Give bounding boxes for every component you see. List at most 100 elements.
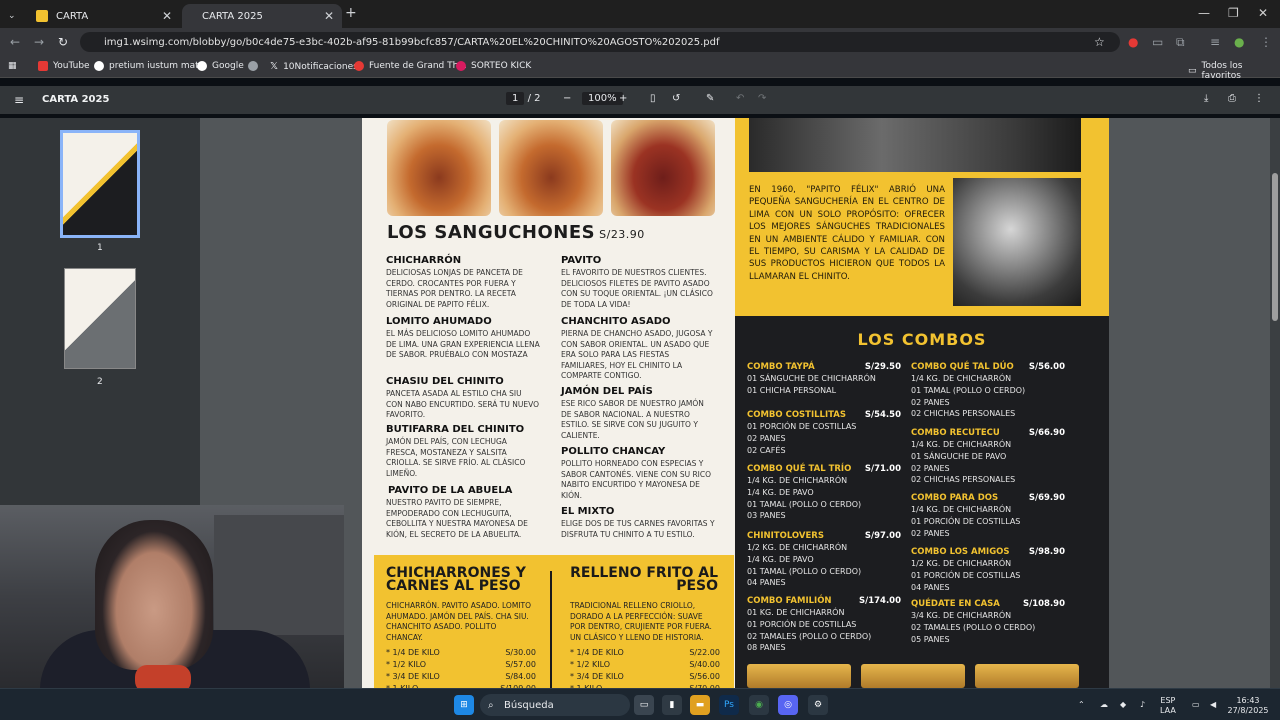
price-row-label: * 1/2 KILO — [386, 660, 427, 669]
all-bookmarks-folder[interactable]: ▭ Todos los favoritos — [1188, 61, 1280, 81]
menu-item-desc: El más delicioso lomito ahumado de Lima.… — [386, 329, 540, 359]
bookmark-star-icon[interactable]: ☆ — [1094, 35, 1105, 49]
menu-item-name: EL MIXTO — [561, 506, 615, 517]
pdf-scrollbar[interactable] — [1270, 118, 1280, 688]
bookmark-globe[interactable] — [248, 61, 263, 71]
combo-price: S/56.00 — [1028, 362, 1065, 372]
language-indicator[interactable]: ESP LAA — [1160, 696, 1176, 716]
extension-icon[interactable]: ▭ — [1152, 35, 1163, 49]
task-view-icon[interactable]: ▭ — [634, 695, 654, 715]
bookmark-google[interactable]: Google — [197, 61, 244, 71]
bookmark-sorteo[interactable]: SORTEO KICK — [456, 61, 531, 71]
browser-menu-icon[interactable]: ⋮ — [1260, 35, 1272, 49]
extension-icon[interactable]: ● — [1128, 35, 1138, 49]
app-tray-icon[interactable]: ◆ — [1120, 700, 1126, 710]
close-tab-icon[interactable]: ✕ — [162, 9, 172, 23]
thumbnail-label: 2 — [97, 377, 103, 387]
tab-search-button[interactable]: ⌄ — [0, 4, 24, 28]
combo-price: S/54.50 — [864, 410, 901, 420]
combo-items: 1/4 kg. de chicharrón 01 Sánguche de pav… — [911, 440, 1016, 485]
reload-icon[interactable]: ↻ — [58, 35, 68, 49]
combo-header: COMBO QUÉ TAL DÚO S/56.00 — [911, 362, 1065, 372]
tab-carta-2025[interactable]: CARTA 2025 ✕ — [182, 4, 342, 28]
page-number-input[interactable]: 1 — [506, 92, 525, 105]
combo-header: CHINITOLOVERS S/97.00 — [747, 531, 901, 541]
thumbnail-page-2[interactable] — [64, 268, 136, 369]
tab-carta[interactable]: CARTA ✕ — [28, 4, 180, 28]
download-icon[interactable]: ⤓ — [1204, 93, 1208, 104]
close-window-icon[interactable]: ✕ — [1258, 6, 1268, 20]
zoom-out-icon[interactable]: − — [563, 93, 571, 104]
reading-list-icon[interactable]: ≡ — [1210, 35, 1220, 49]
relleno-title: RELLENO FRITO AL PESO — [570, 565, 718, 594]
combo-price: S/108.90 — [1022, 599, 1065, 609]
print-icon[interactable]: ⎙ — [1228, 93, 1236, 104]
forward-icon[interactable]: → — [34, 35, 44, 49]
close-tab-icon[interactable]: ✕ — [324, 9, 334, 23]
taskbar-search[interactable]: ⌕ Búsqueda — [480, 694, 630, 716]
combo-name: COMBO QUÉ TAL DÚO — [911, 362, 1014, 372]
app-icon[interactable]: ▮ — [662, 695, 682, 715]
thumbnail-page-1[interactable] — [60, 130, 140, 238]
combo-items: 01 Sánguche de chicharrón 01 Chicha pers… — [747, 374, 876, 395]
url-text: img1.wsimg.com/blobby/go/b0c4de75-e3bc-4… — [104, 36, 720, 48]
menu-item-desc: Nuestro pavito de siempre, empoderado co… — [386, 498, 528, 539]
restore-icon[interactable]: ❐ — [1228, 6, 1239, 20]
bookmark-pretium[interactable]: pretium iustum mat... — [94, 61, 207, 71]
menu-item-desc: Pollito horneado con especias y sabor ca… — [561, 459, 712, 500]
zoom-level[interactable]: 100% — [582, 92, 623, 105]
zoom-in-icon[interactable]: + — [619, 93, 627, 104]
al-peso-title: CHICHARRONES Y CARNES AL PESO — [386, 565, 526, 594]
bookmark-fuente[interactable]: Fuente de Grand Th... — [354, 61, 467, 71]
section-title: LOS SANGUCHONES S/23.90 — [387, 222, 645, 243]
redo-icon[interactable]: ↷ — [758, 93, 766, 104]
discord-icon[interactable]: ◎ — [778, 695, 798, 715]
new-tab-icon[interactable]: + — [345, 5, 357, 21]
rotate-icon[interactable]: ↺ — [672, 93, 680, 104]
cloud-icon[interactable]: ☁ — [1100, 700, 1108, 710]
bookmark-youtube[interactable]: YouTube — [38, 61, 90, 71]
person-head — [95, 520, 213, 670]
tray-overflow-icon[interactable]: ⌃ — [1078, 700, 1085, 710]
undo-icon[interactable]: ↶ — [736, 93, 744, 104]
bookmark-notificaciones[interactable]: 𝕏 10Notificaciones — [270, 61, 358, 72]
more-options-icon[interactable]: ⋮ — [1254, 93, 1264, 104]
back-icon[interactable]: ← — [10, 35, 20, 49]
file-explorer-icon[interactable]: ▬ — [690, 695, 710, 715]
fit-page-icon[interactable]: ▯ — [650, 93, 656, 104]
profile-avatar-icon[interactable]: ● — [1234, 35, 1244, 49]
volume-icon[interactable]: ◀ — [1210, 700, 1216, 710]
clock[interactable]: 16:43 27/8/2025 — [1226, 696, 1270, 716]
minimize-icon[interactable]: — — [1198, 6, 1210, 20]
network-icon[interactable]: ▭ — [1192, 700, 1200, 710]
page-indicator: 1 / 2 — [506, 92, 541, 105]
street-photo — [749, 118, 1081, 172]
apps-icon[interactable]: ▦ — [8, 61, 17, 71]
chrome-icon[interactable]: ◉ — [749, 695, 769, 715]
combo-items: 01 kg. de chicharrón 01 Porción de costi… — [747, 608, 872, 653]
photoshop-icon[interactable]: Ps — [719, 695, 739, 715]
annotate-icon[interactable]: ✎ — [706, 93, 714, 104]
menu-item-desc: Ese rico sabor de nuestro jamón de sabor… — [561, 399, 704, 440]
address-bar[interactable]: img1.wsimg.com/blobby/go/b0c4de75-e3bc-4… — [80, 32, 1120, 52]
menu-item-name: BUTIFARRA DEL CHINITO — [386, 424, 525, 435]
hamburger-menu-icon[interactable]: ≡ — [14, 93, 24, 107]
price-row: * 1/4 DE KILO S/30.00 — [386, 648, 536, 657]
search-icon: ⌕ — [488, 699, 494, 711]
combo-name: COMBO QUÉ TAL TRÍO — [747, 464, 852, 474]
menu-item-name: LOMITO AHUMADO — [386, 316, 492, 327]
windows-start-icon[interactable]: ⊞ — [454, 695, 474, 715]
combos-title: LOS COMBOS — [857, 330, 987, 349]
extensions-puzzle-icon[interactable]: ⧉ — [1176, 35, 1185, 50]
price-row-value: S/57.00 — [505, 660, 536, 669]
youtube-icon — [38, 61, 48, 71]
font-icon — [354, 61, 364, 71]
combo-name: COMBO RECUTECU — [911, 428, 1000, 438]
mic-icon[interactable]: ♪ — [1140, 700, 1145, 710]
menu-item-name: CHICHARRÓN — [386, 255, 462, 266]
menu-item-desc: Deliciosas lonjas de panceta de cerdo. C… — [386, 268, 523, 309]
scrollbar-thumb[interactable] — [1272, 173, 1278, 321]
combo-name: COMBO COSTILLITAS — [747, 410, 846, 420]
menu-item-name: JAMÓN DEL PAÍS — [561, 386, 653, 397]
steam-icon[interactable]: ⚙ — [808, 695, 828, 715]
